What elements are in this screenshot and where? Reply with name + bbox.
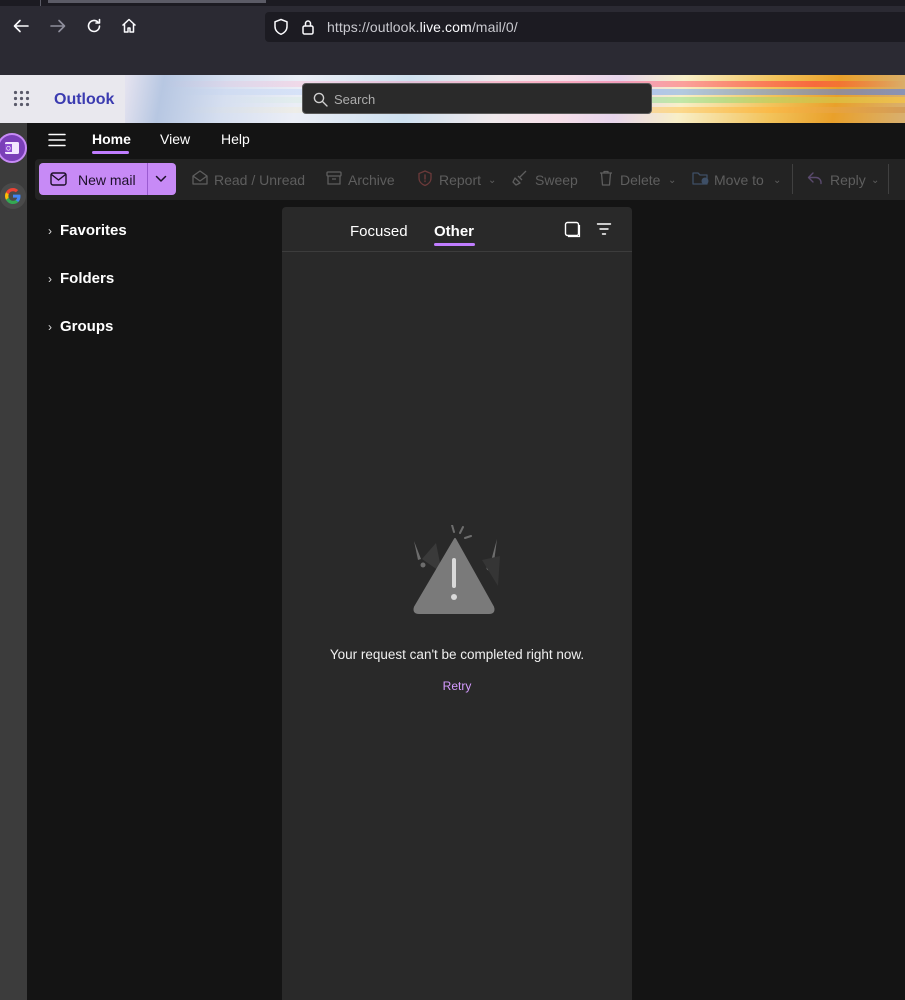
outlook-app-button[interactable]: O <box>0 133 27 163</box>
shield-icon <box>274 18 288 36</box>
google-app-button[interactable] <box>0 183 26 209</box>
outlook-icon: O <box>5 142 19 154</box>
browser-tab-strip <box>0 0 905 6</box>
sweep-button[interactable]: Sweep <box>535 172 578 188</box>
broom-icon <box>512 170 527 186</box>
report-chevron-icon[interactable]: ⌄ <box>488 175 496 186</box>
chevron-right-icon: › <box>48 272 52 286</box>
filter-icon[interactable] <box>596 222 612 236</box>
tab-view[interactable]: View <box>160 131 190 147</box>
app-launcher-icon[interactable] <box>13 90 30 107</box>
address-bar[interactable]: https://outlook.live.com/mail/0/ <box>265 12 905 42</box>
archive-button[interactable]: Archive <box>348 172 395 188</box>
tab-focused[interactable]: Focused <box>350 223 408 240</box>
home-icon <box>121 18 137 33</box>
ribbon-tabs: Home View Help <box>27 123 905 157</box>
folder-groups[interactable]: › Groups <box>48 318 113 335</box>
folder-favorites[interactable]: › Favorites <box>48 222 127 239</box>
svg-text:O: O <box>6 147 11 153</box>
error-message: Your request can't be completed right no… <box>329 647 585 662</box>
tab-other[interactable]: Other <box>434 223 474 240</box>
delete-chevron-icon[interactable]: ⌄ <box>668 175 676 186</box>
brand-area: Outlook <box>0 75 125 123</box>
tab-other-indicator <box>434 243 475 246</box>
search-input[interactable]: Search <box>302 83 652 114</box>
retry-link[interactable]: Retry <box>282 679 632 693</box>
reply-button[interactable]: Reply <box>830 172 866 188</box>
reload-button[interactable] <box>81 13 107 39</box>
tab-help[interactable]: Help <box>221 131 250 147</box>
delete-button[interactable]: Delete <box>620 172 660 188</box>
reply-icon <box>807 172 822 185</box>
back-button[interactable] <box>8 13 34 39</box>
report-button[interactable]: Report <box>439 172 481 188</box>
warning-illustration-icon <box>413 525 500 614</box>
chevron-down-icon[interactable] <box>155 174 167 184</box>
move-to-chevron-icon[interactable]: ⌄ <box>773 175 781 186</box>
envelope-open-icon <box>192 170 208 185</box>
tab-home[interactable]: Home <box>92 131 131 147</box>
forward-button[interactable] <box>45 13 71 39</box>
new-mail-label: New mail <box>78 172 136 188</box>
message-list: Focused Other Your request can't be comp… <box>282 207 632 1000</box>
archive-icon <box>326 171 342 185</box>
tab-home-indicator <box>92 151 129 154</box>
google-icon <box>5 188 21 204</box>
chevron-right-icon: › <box>48 320 52 334</box>
mail-icon <box>50 172 67 186</box>
home-button[interactable] <box>116 13 142 39</box>
app-rail: O <box>0 123 27 1000</box>
search-icon <box>313 92 328 107</box>
app-name[interactable]: Outlook <box>54 91 114 109</box>
folder-folders[interactable]: › Folders <box>48 270 114 287</box>
trash-icon <box>600 170 612 186</box>
hamburger-menu-icon[interactable] <box>48 133 66 147</box>
new-mail-button[interactable]: New mail <box>39 163 176 195</box>
report-shield-icon <box>418 170 432 187</box>
browser-tab[interactable] <box>48 0 266 3</box>
search-placeholder: Search <box>334 92 376 107</box>
move-to-button[interactable]: Move to <box>714 172 764 188</box>
arrow-right-icon <box>50 19 66 33</box>
arrow-left-icon <box>13 19 29 33</box>
reply-chevron-icon[interactable]: ⌄ <box>871 175 879 186</box>
select-checkbox-icon[interactable] <box>564 221 581 238</box>
lock-icon <box>302 20 314 35</box>
url-text: https://outlook.live.com/mail/0/ <box>327 19 518 35</box>
read-unread-button[interactable]: Read / Unread <box>214 172 305 188</box>
folder-move-icon <box>692 172 709 185</box>
chevron-right-icon: › <box>48 224 52 238</box>
reload-icon <box>87 18 101 33</box>
